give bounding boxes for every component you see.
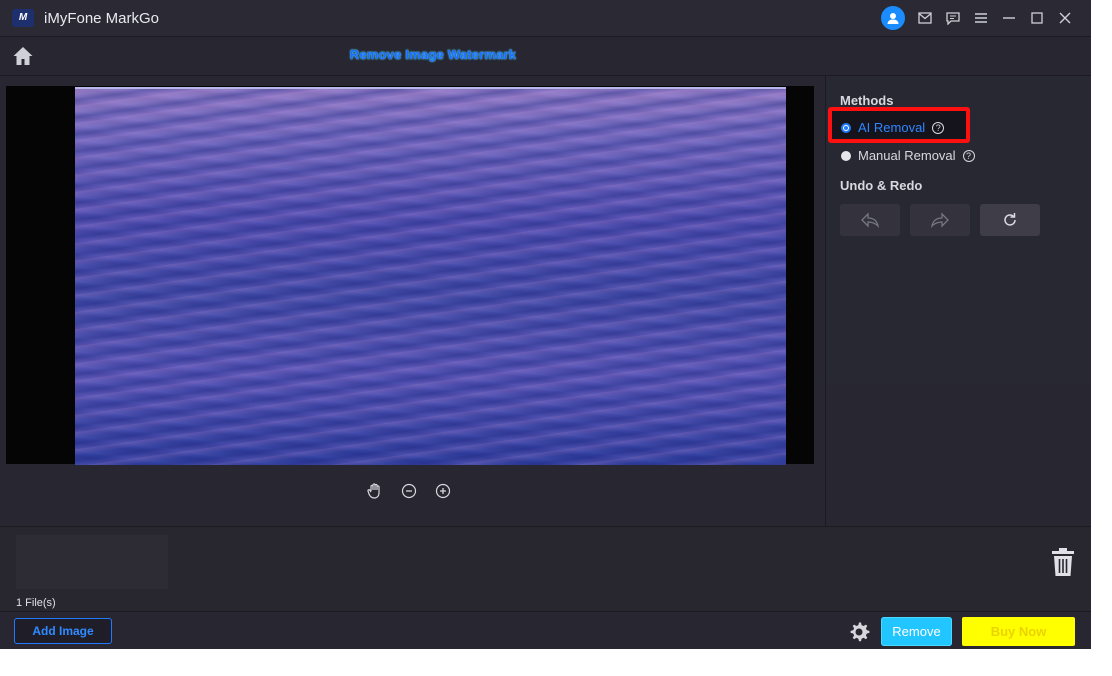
hand-pan-icon[interactable] — [366, 482, 384, 500]
title-bar: M iMyFone MarkGo — [0, 0, 1091, 37]
file-strip: 1 File(s) — [0, 526, 1091, 612]
redo-icon — [930, 212, 949, 228]
buy-now-button[interactable]: Buy Now — [962, 617, 1075, 646]
footer-bar: Add Image Remove Buy Now — [0, 611, 1091, 649]
app-window: M iMyFone MarkGo Remove Image Watermark … — [0, 0, 1091, 649]
zoom-out-icon[interactable] — [400, 482, 418, 500]
file-thumbnail[interactable] — [16, 535, 168, 589]
gear-icon[interactable] — [848, 621, 870, 643]
help-icon[interactable]: ? — [932, 121, 945, 134]
help-icon[interactable]: ? — [962, 149, 975, 162]
mail-icon[interactable] — [917, 10, 933, 26]
trash-icon[interactable] — [1050, 547, 1076, 577]
file-count: 1 File(s) — [16, 597, 56, 609]
redo-button[interactable] — [910, 204, 970, 236]
reset-button[interactable] — [980, 204, 1040, 236]
radio-ai-removal[interactable]: AI Removal ? — [841, 120, 945, 135]
undo-icon — [861, 212, 880, 228]
maximize-icon[interactable] — [1029, 10, 1045, 26]
preview-image[interactable] — [75, 87, 786, 465]
undo-redo-label: Undo & Redo — [840, 178, 923, 193]
feedback-icon[interactable] — [945, 10, 961, 26]
close-icon[interactable] — [1057, 10, 1073, 26]
user-avatar-icon[interactable] — [881, 6, 905, 30]
manual-removal-label: Manual Removal — [858, 148, 956, 163]
menu-icon[interactable] — [973, 10, 989, 26]
zoom-in-icon[interactable] — [434, 482, 452, 500]
page-title: Remove Image Watermark — [349, 47, 517, 62]
remove-button[interactable]: Remove — [881, 617, 952, 646]
refresh-icon — [1004, 213, 1016, 226]
radio-manual-removal[interactable]: Manual Removal ? — [841, 148, 975, 163]
page-header: Remove Image Watermark — [0, 37, 1091, 76]
minimize-icon[interactable] — [1001, 10, 1017, 26]
title-bar-controls — [881, 6, 1073, 30]
canvas-tools — [366, 482, 452, 500]
methods-label: Methods — [840, 93, 894, 108]
app-title: iMyFone MarkGo — [44, 10, 160, 27]
add-image-button[interactable]: Add Image — [14, 618, 112, 644]
radio-selected-icon[interactable] — [841, 122, 851, 133]
image-canvas[interactable] — [6, 86, 814, 465]
undo-button[interactable] — [840, 204, 900, 236]
app-logo: M — [12, 9, 34, 27]
radio-unselected-icon[interactable] — [841, 150, 851, 161]
ai-removal-label: AI Removal — [858, 120, 926, 135]
